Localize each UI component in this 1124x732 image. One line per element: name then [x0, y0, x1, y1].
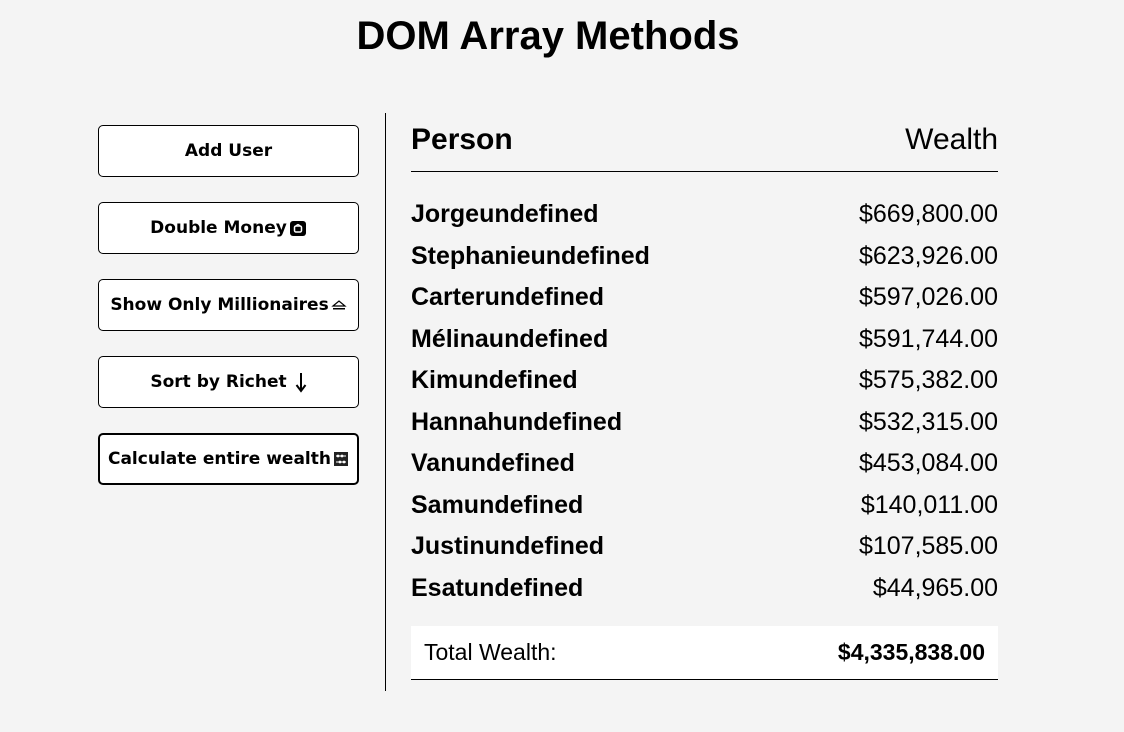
add-user-button[interactable]: Add User	[98, 125, 359, 177]
person-header: Person	[411, 123, 513, 156]
person-name: Mélinaundefined	[411, 324, 609, 353]
person-wealth: $532,315.00	[858, 407, 998, 436]
person-wealth: $591,744.00	[858, 324, 998, 353]
person-wealth: $575,382.00	[858, 366, 998, 395]
double-money-label: Double Money	[150, 218, 287, 238]
person-wealth: $669,800.00	[858, 200, 998, 229]
calculate-wealth-button[interactable]: Calculate entire wealth	[98, 433, 359, 485]
wealth-table: Person Wealth Jorgeundefined $669,800.00 S…	[411, 122, 998, 680]
table-row: Mélinaundefined $591,744.00	[411, 319, 998, 361]
table-row: Carterundefined $597,026.00	[411, 277, 998, 319]
person-name: Jorgeundefined	[411, 200, 599, 229]
person-name: Vanundefined	[411, 449, 575, 478]
show-millionaires-button[interactable]: Show Only Millionaires	[98, 279, 359, 331]
person-wealth: $44,965.00	[872, 573, 998, 602]
person-wealth: $140,011.00	[860, 490, 998, 519]
money-icon	[289, 219, 307, 237]
table-row: Esatundefined $44,965.00	[411, 568, 998, 610]
vertical-divider	[385, 113, 386, 691]
wealth-header: Wealth	[905, 123, 998, 156]
person-name: Esatundefined	[411, 573, 584, 602]
show-millionaires-label: Show Only Millionaires	[110, 295, 329, 315]
add-user-label: Add User	[184, 141, 273, 161]
sort-by-richest-button[interactable]: Sort by Richet	[98, 356, 359, 408]
person-name: Samundefined	[411, 490, 584, 519]
double-money-button[interactable]: Double Money	[98, 202, 359, 254]
person-wealth: $597,026.00	[858, 283, 998, 312]
person-name: Justinundefined	[411, 532, 605, 561]
person-wealth: $453,084.00	[858, 449, 998, 478]
down-arrow-icon	[295, 371, 307, 393]
eject-icon	[331, 298, 347, 312]
page-title: DOM Array Methods	[356, 14, 740, 58]
person-wealth: $623,926.00	[858, 241, 998, 270]
table-row: Justinundefined $107,585.00	[411, 526, 998, 568]
total-wealth-label: Total Wealth:	[424, 639, 557, 665]
abacus-icon	[333, 451, 349, 467]
table-row: Vanundefined $453,084.00	[411, 443, 998, 485]
total-wealth-row: Total Wealth: $4,335,838.00	[411, 626, 998, 680]
table-row: Jorgeundefined $669,800.00	[411, 194, 998, 236]
table-row: Samundefined $140,011.00	[411, 485, 998, 527]
person-name: Hannahundefined	[411, 407, 623, 436]
table-row: Hannahundefined $532,315.00	[411, 402, 998, 444]
person-name: Carterundefined	[411, 283, 605, 312]
calculate-wealth-label: Calculate entire wealth	[107, 449, 331, 469]
table-rows: Jorgeundefined $669,800.00 Stephanieundefi…	[411, 194, 998, 609]
table-header: Person Wealth	[411, 122, 998, 172]
table-row: Kimundefined $575,382.00	[411, 360, 998, 402]
person-name: Stephanieundefined	[411, 241, 650, 270]
sidebar: Add User Double Money Show Only Milliona…	[98, 125, 359, 510]
person-name: Kimundefined	[411, 366, 578, 395]
total-wealth-value: $4,335,838.00	[837, 639, 985, 665]
table-row: Stephanieundefined $623,926.00	[411, 236, 998, 278]
sort-by-richest-label: Sort by Richet	[150, 372, 287, 392]
person-wealth: $107,585.00	[858, 532, 998, 561]
